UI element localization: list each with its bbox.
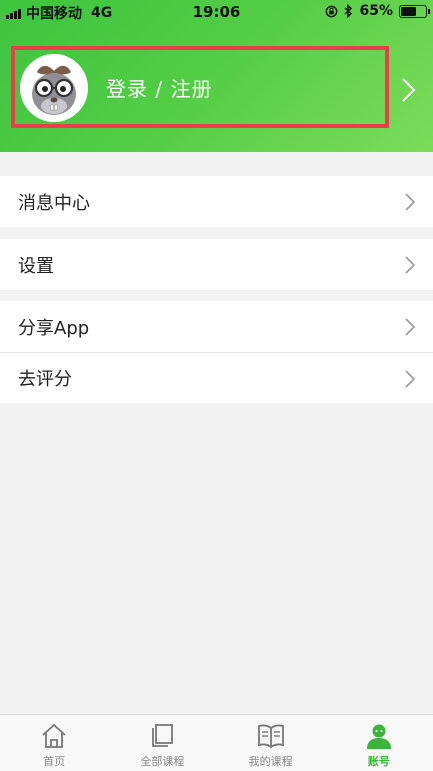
menu-group-messages: 消息中心 <box>0 176 433 227</box>
tab-label: 我的课程 <box>248 755 293 768</box>
tab-my-courses[interactable]: 我的课程 <box>217 715 325 771</box>
tab-home[interactable]: 首页 <box>0 715 108 771</box>
menu-item-settings[interactable]: 设置 <box>0 239 433 290</box>
menu-item-rate[interactable]: 去评分 <box>0 352 433 403</box>
status-bar: 中国移动 4G 19:06 65% <box>0 0 433 24</box>
mascot-avatar-icon[interactable] <box>20 54 88 122</box>
tab-all-courses[interactable]: 全部课程 <box>108 715 216 771</box>
bluetooth-icon <box>345 4 353 18</box>
chevron-right-icon <box>405 256 416 274</box>
account-icon <box>366 724 391 749</box>
menu-item-message-center[interactable]: 消息中心 <box>0 176 433 227</box>
login-register-link[interactable]: 登录 / 注册 <box>106 77 212 101</box>
tab-account[interactable]: 账号 <box>325 715 433 771</box>
battery-percent: 65% <box>359 3 393 19</box>
tab-label: 账号 <box>367 755 390 768</box>
all-courses-icon <box>152 724 174 747</box>
menu-group-share: 分享App 去评分 <box>0 301 433 403</box>
menu-item-label: 消息中心 <box>18 192 90 214</box>
menu-item-label: 设置 <box>18 255 54 277</box>
chevron-right-icon <box>405 193 416 211</box>
my-courses-icon <box>257 724 284 749</box>
battery-icon <box>399 4 430 18</box>
menu-item-share-app[interactable]: 分享App <box>0 301 433 352</box>
tab-label: 全部课程 <box>140 755 185 768</box>
menu-group-settings: 设置 <box>0 239 433 290</box>
status-right: 65% <box>325 3 430 19</box>
tab-bar: 首页 全部课程 我的课程 账号 <box>0 714 433 771</box>
menu-item-label: 去评分 <box>18 369 72 390</box>
home-icon <box>42 723 66 748</box>
chevron-right-icon <box>405 318 416 336</box>
tab-label: 首页 <box>43 755 66 768</box>
header-chevron-right-icon[interactable] <box>398 76 420 104</box>
chevron-right-icon <box>405 370 416 388</box>
orientation-lock-icon <box>326 5 338 17</box>
menu-item-label: 分享App <box>18 317 90 339</box>
